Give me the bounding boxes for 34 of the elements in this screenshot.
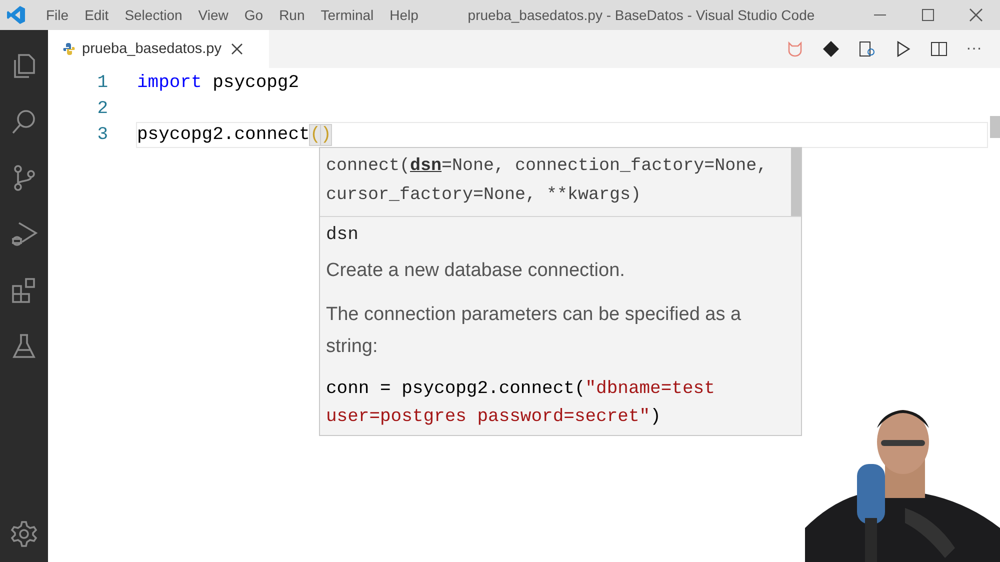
menu-item[interactable]: Edit (76, 7, 117, 23)
diamond-icon[interactable] (822, 40, 840, 58)
python-icon (62, 42, 76, 56)
description-text: Create a new database connection. (326, 259, 626, 283)
scrollbar-thumb[interactable] (990, 116, 1000, 138)
menu-item[interactable]: File (38, 7, 77, 23)
line-number: 3 (96, 125, 109, 145)
menu-item[interactable]: Selection (116, 7, 190, 23)
editor-tab[interactable]: prueba_basedatos.py (48, 30, 269, 68)
app-logo-icon (6, 5, 26, 25)
menu-item[interactable]: Run (271, 7, 313, 23)
search-icon[interactable] (10, 108, 38, 136)
description-text: The connection parameters can be specified as a string: (326, 303, 742, 359)
menu-item[interactable]: Go (236, 7, 272, 23)
more-actions-button[interactable]: ··· (966, 40, 982, 58)
menu-item[interactable]: View (190, 7, 236, 23)
flask-icon[interactable] (10, 332, 38, 360)
menu-item[interactable]: Help (382, 7, 426, 23)
run-debug-icon[interactable] (10, 220, 38, 248)
function-signature: connect(dsn=None, connection_factory=None, cursor_factory=None, **kwargs) (326, 156, 768, 205)
extensions-icon[interactable] (10, 276, 38, 304)
split-editor-icon[interactable] (930, 40, 948, 58)
close-icon[interactable] (231, 43, 244, 55)
line-number: 1 (96, 73, 109, 93)
window-title: prueba_basedatos.py - BaseDatos - Visual Studio Code (466, 7, 816, 23)
code-example: conn = psycopg2.connect("dbname=test user=postgres password=secret") (326, 378, 716, 429)
line-number: 2 (96, 99, 109, 119)
scrollbar-thumb[interactable] (791, 148, 801, 216)
code-line: import psycopg2 (136, 72, 300, 95)
document-search-icon[interactable] (858, 40, 876, 58)
menu-item[interactable]: Terminal (312, 7, 382, 23)
parameter-name: dsn (326, 225, 360, 245)
cat-face-icon[interactable] (786, 40, 804, 58)
settings-icon[interactable] (10, 520, 38, 548)
